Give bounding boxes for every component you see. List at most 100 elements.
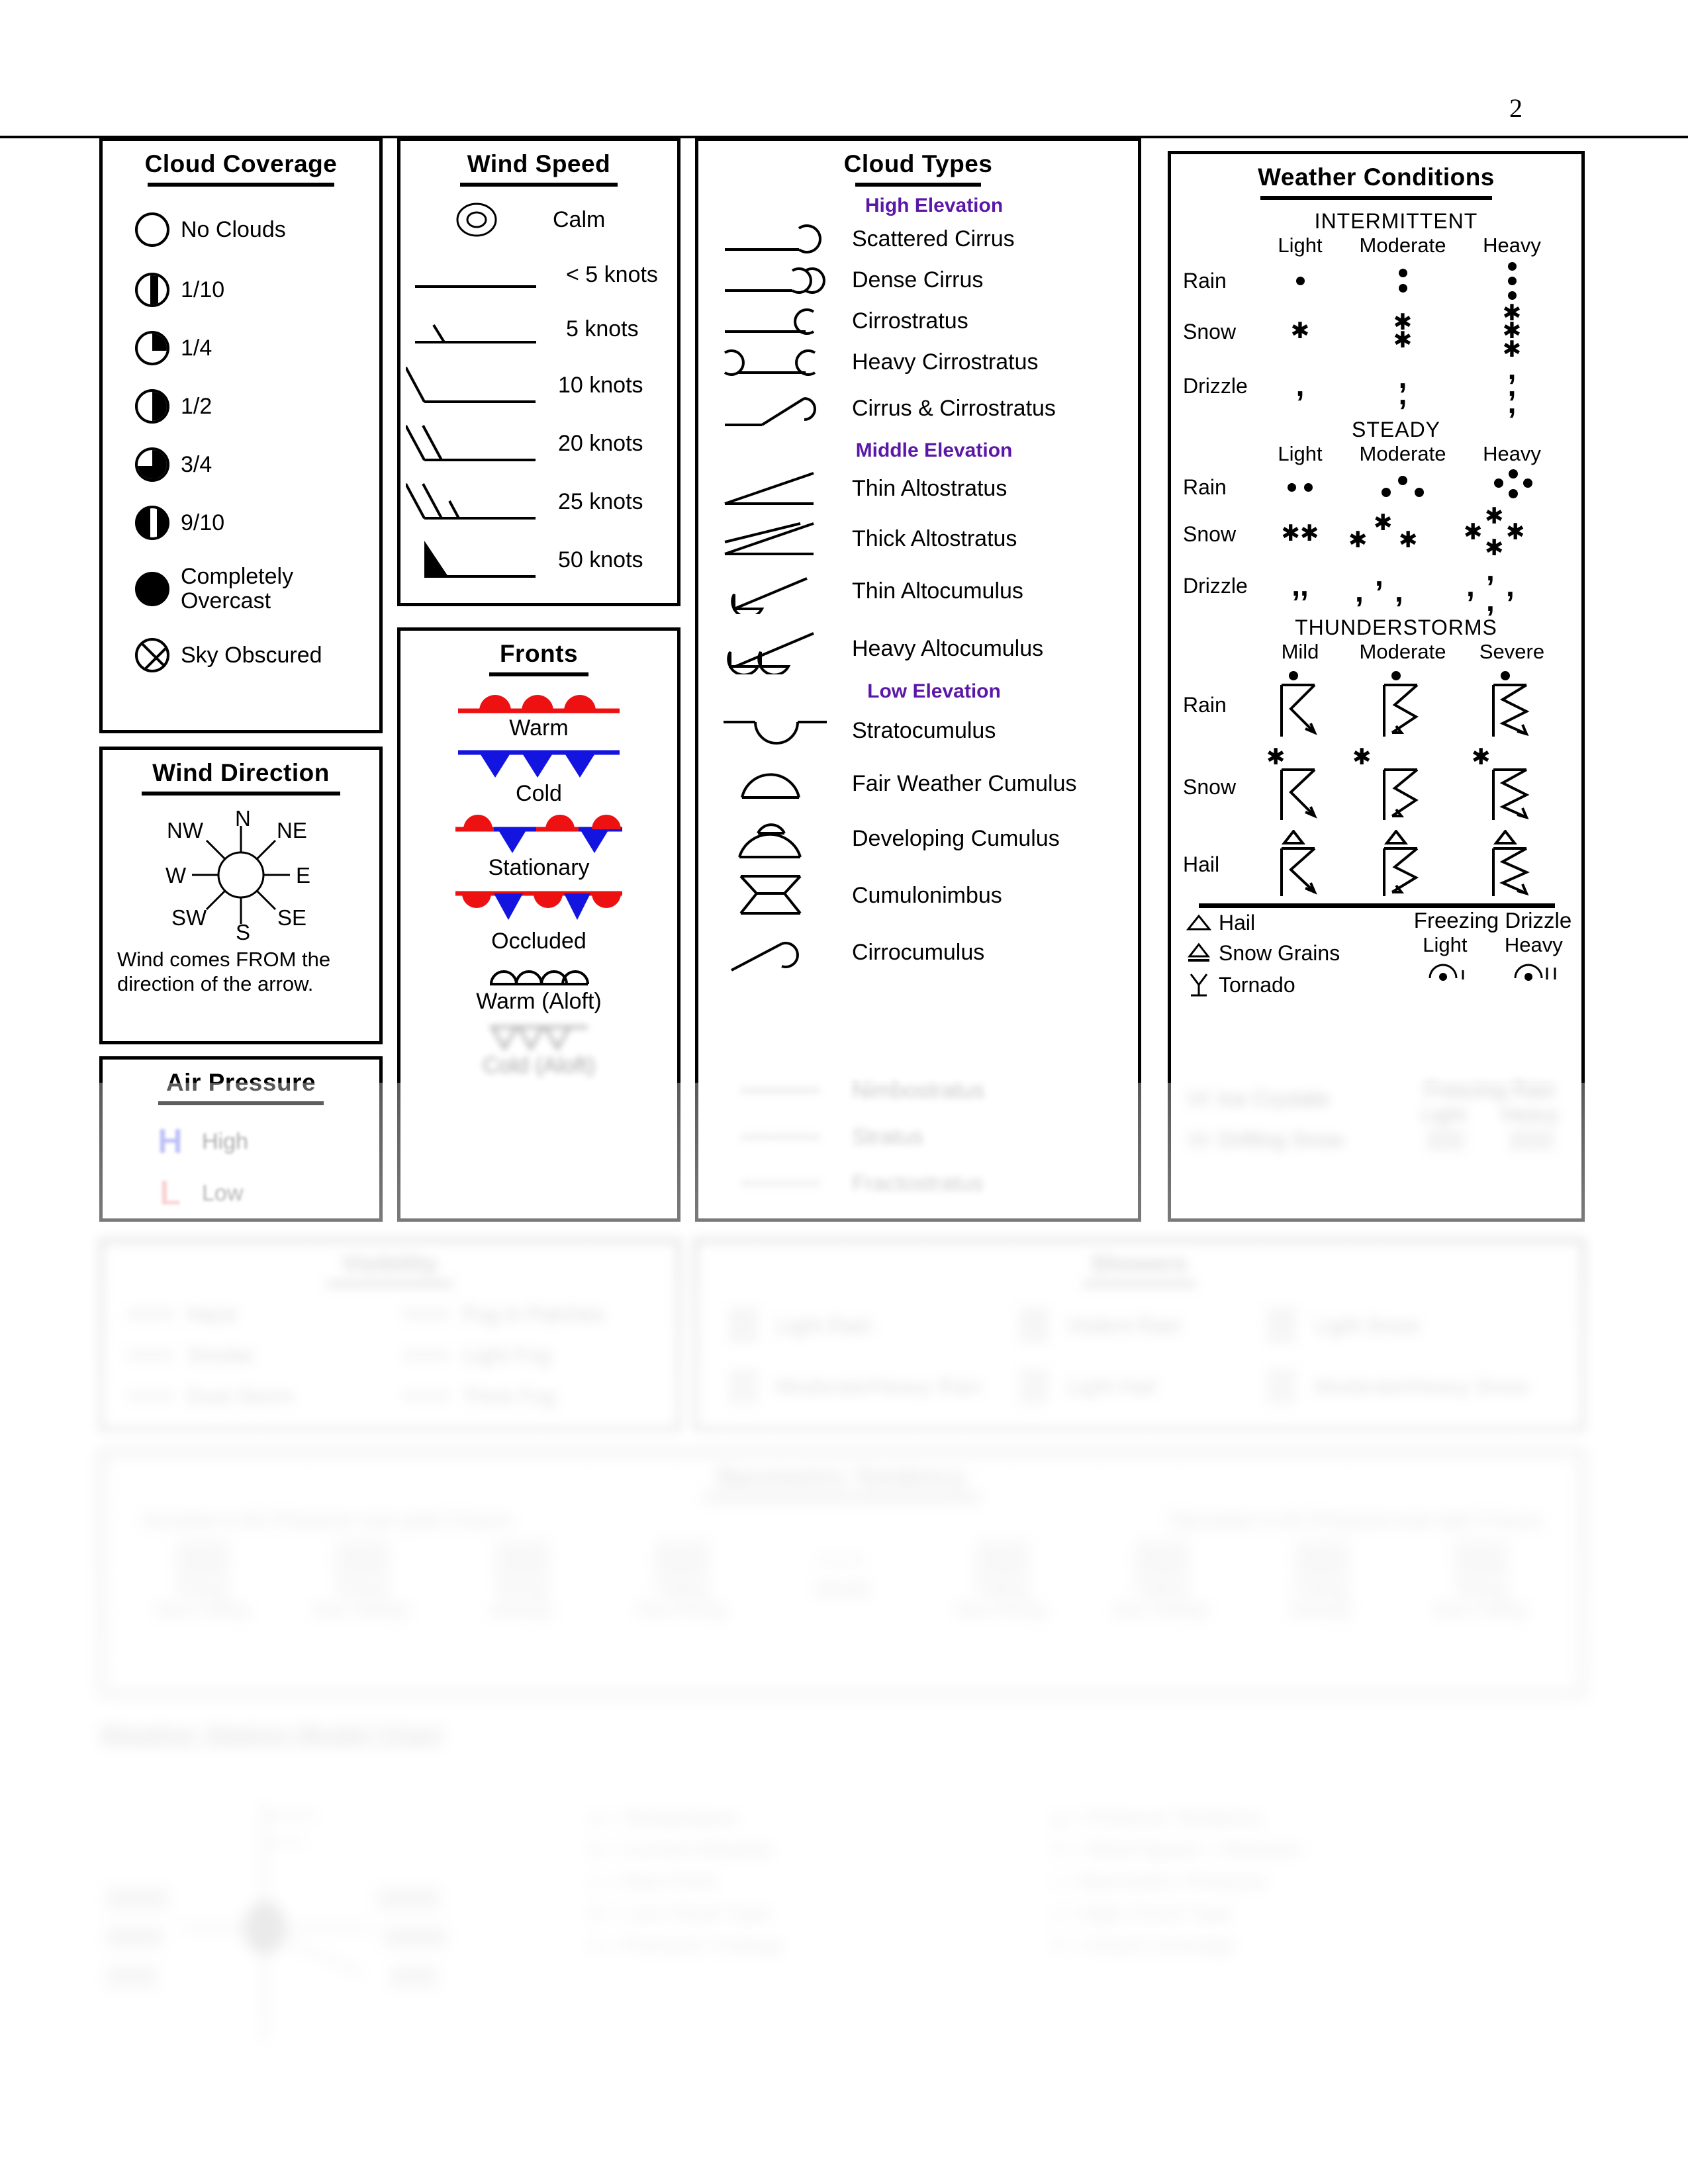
freezing-rain-light-icon xyxy=(1427,1130,1464,1150)
barometric-item-label: Falling then Rising xyxy=(637,1580,727,1619)
station-label-d: d = 043 xyxy=(377,1888,440,1909)
weather-section-name: STEADY xyxy=(1351,418,1441,441)
list-item-label: 25 knots xyxy=(558,488,643,514)
barometric-item: Falling Steadily xyxy=(1256,1541,1388,1619)
fronts-panel: Fronts Warm Cold Stationary Occluded War… xyxy=(397,627,680,1222)
row-label: Drizzle xyxy=(1183,573,1248,598)
tornado-icon xyxy=(1179,972,1219,998)
fronts-title: Fronts xyxy=(499,640,579,667)
list-item: Snow Grains xyxy=(1179,937,1404,969)
list-item: Violent Rain xyxy=(1001,1295,1248,1356)
station-label-b: b = 1/4 xyxy=(106,1927,164,1948)
cold-front-aloft-icon xyxy=(400,1017,677,1051)
list-item-label: Light Fog xyxy=(463,1343,551,1367)
list-item-label: Light Snow xyxy=(1314,1313,1420,1338)
barometric-item: Rising Steadily xyxy=(456,1541,588,1619)
list-item: Dense Cirrus xyxy=(709,259,1138,300)
list-item: Developing Cumulus xyxy=(709,810,1138,867)
thunderstorm-rain-severe-icon xyxy=(1462,668,1562,742)
list-item: Moderate/Heavy Snow xyxy=(1248,1356,1568,1417)
list-item-label: Nimbostratus xyxy=(852,1077,985,1103)
wind-speed-title: Wind Speed xyxy=(467,150,611,177)
legend-item: d = Low Cloud Type xyxy=(589,1901,771,1925)
drizzle-light-steady-icon: ,, xyxy=(1291,568,1309,603)
list-item: Calm xyxy=(400,192,677,248)
fronts-item-label: Warm xyxy=(509,715,569,741)
weather-conditions-title: Weather Conditions xyxy=(1258,163,1495,191)
list-item: Heavy Altocumulus xyxy=(709,618,1138,679)
list-item-label: Thick Fog xyxy=(463,1384,556,1408)
freezing-drizzle-heading: Freezing Drizzle xyxy=(1413,908,1572,933)
list-item-label: 1/10 xyxy=(181,277,225,302)
fronts-item-label: Stationary xyxy=(488,855,590,881)
drizzle-moderate-steady-icon: , , , xyxy=(1355,558,1403,608)
table-row: Snow ✱ ✱ ✱ xyxy=(1183,746,1581,828)
list-item-label: No Clouds xyxy=(181,216,286,242)
bare-shaft-icon xyxy=(400,256,566,293)
list-item: Sky Obscured xyxy=(124,626,379,684)
list-item: Cirrocumulus xyxy=(709,924,1138,981)
legend-item: h = Wind Speed + Direction xyxy=(1053,1838,1304,1862)
ice-crystals-icon xyxy=(1179,1091,1219,1106)
weather-section-name: THUNDERSTORMS xyxy=(1295,615,1497,639)
list-item: 1/2 xyxy=(124,377,379,435)
barometric-item: Falling then Rising xyxy=(936,1541,1068,1619)
rain-moderate-steady-icon xyxy=(1343,474,1462,500)
rain-moderate-intermittent-icon xyxy=(1343,269,1462,293)
wind-speed-panel: Wind Speed Calm < 5 knots 5 knots 10 kno… xyxy=(397,138,680,606)
row-label: Hail xyxy=(1183,852,1220,876)
list-item: < 5 knots xyxy=(400,248,677,302)
list-item: Light Snow xyxy=(1248,1295,1568,1356)
table-row: Snow ✱✱ ✱ ✱ ✱ ✱ ✱ ✱ ✱ xyxy=(1183,503,1581,561)
legend-item: j = High Cloud Type xyxy=(1053,1901,1232,1925)
list-item-label: Fair Weather Cumulus xyxy=(852,770,1077,796)
drifting-snow-icon xyxy=(1179,1132,1219,1147)
station-label-a: a = 736 xyxy=(106,1888,169,1909)
station-model-title: Weather Station Model Chart xyxy=(99,1721,443,1749)
list-item: L Low xyxy=(138,1167,379,1219)
high-pressure-icon: H xyxy=(158,1122,183,1161)
drizzle-heavy-steady-icon: , , , , xyxy=(1466,553,1515,617)
list-item: 20 knots xyxy=(400,414,677,473)
list-item-label: 5 knots xyxy=(566,316,639,341)
drizzle-moderate-intermittent-icon: ,, xyxy=(1398,359,1407,411)
cloud-coverage-title: Cloud Coverage xyxy=(144,150,338,177)
moderate-heavy-snow-shower-icon xyxy=(1248,1369,1315,1404)
list-item: Fog in Patches xyxy=(390,1294,665,1335)
rain-heavy-steady-icon xyxy=(1462,469,1562,506)
list-item: 1/4 xyxy=(124,319,379,377)
list-item: Stratocumulus xyxy=(709,704,1138,757)
list-item: Thick Fog xyxy=(390,1376,665,1417)
table-row: Snow ✱ ✱ ✱ ✱ ✱ ✱ xyxy=(1183,300,1581,363)
list-item-label: Hail xyxy=(1219,910,1256,934)
table-row: Rain xyxy=(1183,466,1581,508)
barometric-item-label: Rising then Falling xyxy=(1435,1580,1528,1619)
snow-moderate-intermittent-icon: ✱ ✱ xyxy=(1393,308,1413,353)
compass-label-sw: SW xyxy=(171,905,207,930)
legend-item: a = Temperature xyxy=(589,1806,739,1829)
legend-item: k = Cloud Coverage xyxy=(1053,1933,1235,1957)
fronts-item-label: Warm (Aloft) xyxy=(476,988,602,1014)
list-item: H High xyxy=(138,1116,379,1167)
snow-heavy-steady-icon: ✱ ✱ ✱ ✱ xyxy=(1464,503,1525,561)
legend-item: i = Barometric Pressure xyxy=(1053,1870,1268,1893)
nimbostratus-icon xyxy=(709,1087,852,1094)
fronts-item-label: Cold (Aloft) xyxy=(482,1052,596,1078)
snow-grains-icon xyxy=(1179,942,1219,964)
list-item: Thin Altostratus xyxy=(709,463,1138,514)
cloud-types-group-heading: Middle Elevation xyxy=(855,439,1013,461)
list-item-label: Light Rain xyxy=(776,1313,872,1338)
thunderstorm-hail-moderate-icon xyxy=(1343,830,1462,899)
list-item-label: Completely Overcast xyxy=(181,564,294,614)
barometric-item-label: Steady xyxy=(814,1578,870,1599)
smoke-icon xyxy=(115,1350,187,1361)
table-row: Hail xyxy=(1183,828,1581,901)
snow-heavy-intermittent-icon: ✱ ✱ ✱ xyxy=(1502,300,1522,363)
thin-altocumulus-icon xyxy=(709,568,852,614)
list-item-label: Heavy Cirrostratus xyxy=(852,349,1039,375)
list-item: 50 knots xyxy=(400,531,677,589)
thunderstorm-snow-severe-icon: ✱ xyxy=(1462,746,1562,824)
list-item-label: Cirrus & Cirrostratus xyxy=(852,395,1056,421)
list-item: Cirrostratus xyxy=(709,300,1138,341)
list-item-label: Snow Grains xyxy=(1219,940,1340,965)
